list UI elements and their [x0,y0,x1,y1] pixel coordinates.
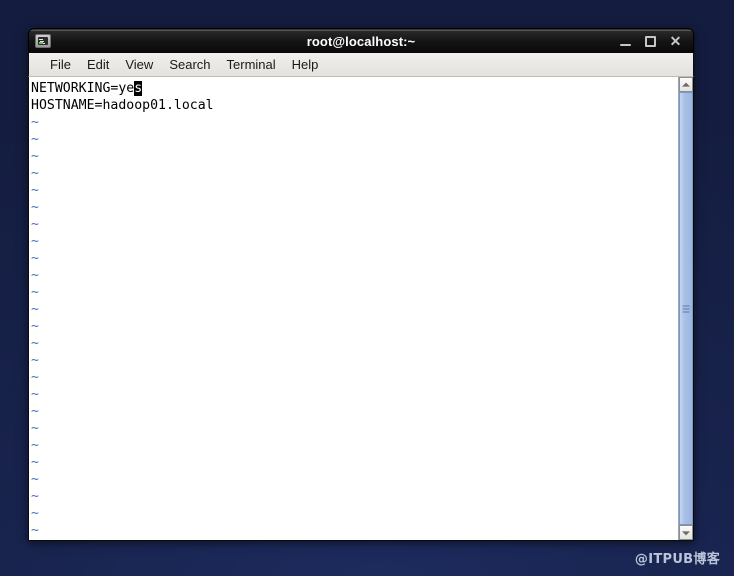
menu-bar: File Edit View Search Terminal Help [28,53,694,77]
terminal-empty-line: ~ [31,199,678,216]
vim-tilde-marker: ~ [31,251,39,266]
vim-tilde-marker: ~ [31,438,39,453]
terminal-empty-line: ~ [31,386,678,403]
terminal-scrollbar[interactable] [678,77,693,540]
terminal-empty-line: ~ [31,148,678,165]
terminal-empty-line: ~ [31,539,678,540]
terminal-empty-line: ~ [31,437,678,454]
menu-item-search[interactable]: Search [161,55,218,74]
window-titlebar[interactable]: root@localhost:~ ✕ [28,28,694,53]
terminal-line: NETWORKING=yes [31,80,678,97]
terminal-empty-line: ~ [31,335,678,352]
terminal-empty-line: ~ [31,369,678,386]
terminal-empty-line: ~ [31,352,678,369]
minimize-button[interactable] [619,35,632,48]
terminal-empty-line: ~ [31,318,678,335]
vim-tilde-marker: ~ [31,523,39,538]
vim-tilde-marker: ~ [31,353,39,368]
terminal-empty-line: ~ [31,284,678,301]
vim-tilde-marker: ~ [31,149,39,164]
window-title: root@localhost:~ [306,33,416,49]
vim-tilde-marker: ~ [31,472,39,487]
scrollbar-thumb[interactable] [679,92,693,525]
vim-tilde-marker: ~ [31,506,39,521]
terminal-empty-line: ~ [31,216,678,233]
vim-tilde-marker: ~ [31,319,39,334]
scrollbar-track[interactable] [679,92,693,525]
terminal-empty-line: ~ [31,454,678,471]
terminal-text: NETWORKING=ye [31,81,135,96]
vim-tilde-marker: ~ [31,115,39,130]
vim-tilde-marker: ~ [31,336,39,351]
watermark: @ITPUB博客 [634,552,720,567]
terminal-window: root@localhost:~ ✕ File Edit View Search… [28,28,694,541]
vim-tilde-marker: ~ [31,489,39,504]
scrollbar-grip-icon [682,305,690,312]
menu-item-view[interactable]: View [117,55,161,74]
terminal-empty-line: ~ [31,403,678,420]
terminal-empty-line: ~ [31,250,678,267]
window-controls: ✕ [619,34,693,48]
vim-tilde-marker: ~ [31,183,39,198]
terminal-empty-line: ~ [31,131,678,148]
terminal-empty-line: ~ [31,420,678,437]
menu-item-help[interactable]: Help [284,55,327,74]
scroll-up-arrow-icon[interactable] [679,77,693,92]
menu-item-terminal[interactable]: Terminal [219,55,284,74]
terminal-icon [35,34,51,48]
terminal-cursor: s [134,81,143,96]
terminal-body: NETWORKING=yes HOSTNAME=hadoop01.local ~ ~ ~… [28,77,694,541]
terminal-text: HOSTNAME=hadoop01.local [31,98,214,113]
vim-tilde-marker: ~ [31,234,39,249]
terminal-empty-line: ~ [31,182,678,199]
terminal-empty-line: ~ [31,301,678,318]
vim-tilde-marker: ~ [31,132,39,147]
menu-item-edit[interactable]: Edit [79,55,117,74]
terminal-empty-line: ~ [31,471,678,488]
close-button[interactable]: ✕ [669,34,682,48]
vim-tilde-marker: ~ [31,421,39,436]
terminal-empty-line: ~ [31,522,678,539]
vim-tilde-marker: ~ [31,302,39,317]
terminal-screen[interactable]: NETWORKING=yes HOSTNAME=hadoop01.local ~ ~ ~… [29,77,678,540]
terminal-empty-line: ~ [31,114,678,131]
vim-tilde-marker: ~ [31,370,39,385]
vim-tilde-marker: ~ [31,387,39,402]
terminal-line: HOSTNAME=hadoop01.local [31,97,678,114]
vim-tilde-marker: ~ [31,455,39,470]
terminal-empty-line: ~ [31,505,678,522]
terminal-empty-line: ~ [31,233,678,250]
maximize-button[interactable] [644,35,657,48]
vim-tilde-marker: ~ [31,404,39,419]
vim-tilde-marker: ~ [31,200,39,215]
terminal-empty-line: ~ [31,267,678,284]
terminal-empty-line: ~ [31,165,678,182]
scroll-down-arrow-icon[interactable] [679,525,693,540]
menu-item-file[interactable]: File [42,55,79,74]
vim-tilde-marker: ~ [31,166,39,181]
terminal-empty-line: ~ [31,488,678,505]
vim-tilde-marker: ~ [31,285,39,300]
vim-tilde-marker: ~ [31,268,39,283]
vim-tilde-marker: ~ [31,217,39,232]
